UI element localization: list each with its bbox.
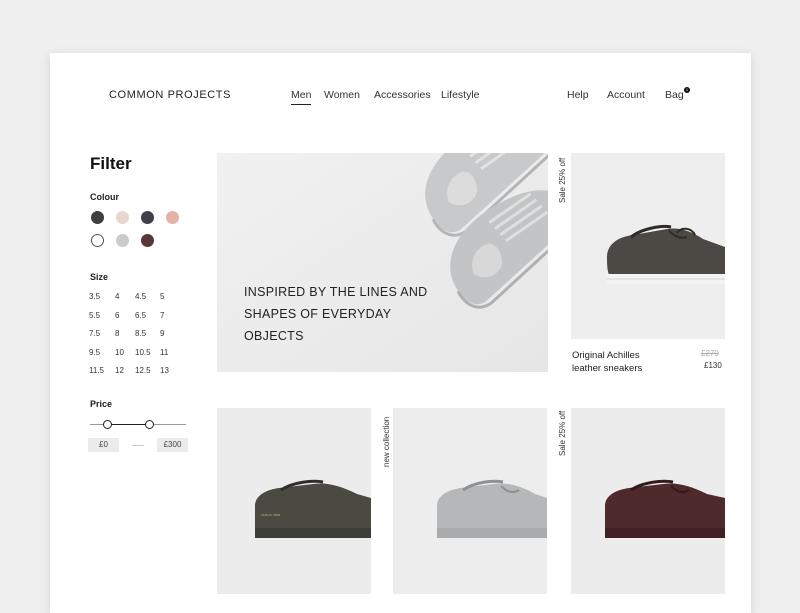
help-link[interactable]: Help [567,89,589,101]
size-option[interactable]: 12 [115,366,124,375]
hero-headline: INSPIRED BY THE LINES AND SHAPES OF EVER… [244,285,428,343]
size-option[interactable]: 12.5 [135,366,151,375]
size-option[interactable]: 8.5 [135,329,146,338]
size-option[interactable]: 8 [115,329,119,338]
sale-badge: Sale 25% off [558,410,567,456]
size-option[interactable]: 7.5 [89,329,100,338]
new-collection-badge: new collection [382,416,391,467]
page-card: COMMON PROJECTS Men Women Accessories Li… [50,53,751,613]
product-image: 1528 AC 3838 [217,408,371,594]
product-image [393,408,547,594]
product-tile-burgundy[interactable] [571,408,725,594]
bag-link[interactable]: Bag [665,89,684,101]
size-option[interactable]: 10.5 [135,348,151,357]
nav-lifestyle[interactable]: Lifestyle [441,89,480,101]
size-option[interactable]: 9 [160,329,164,338]
price-label: Price [90,399,113,409]
nav-accessories[interactable]: Accessories [374,89,431,101]
price-slider-max-handle[interactable] [145,420,154,429]
colour-swatch[interactable] [91,211,104,224]
colour-label: Colour [90,192,119,202]
size-option[interactable]: 6.5 [135,311,146,320]
product-name[interactable]: Original Achilles leather sneakers [572,349,662,375]
price-range-dash [132,445,144,446]
product-image [571,153,725,339]
size-option[interactable]: 11 [160,348,168,357]
product-price: £130 [704,361,722,370]
hero-banner[interactable]: INSPIRED BY THE LINES AND SHAPES OF EVER… [217,153,548,372]
nav-women[interactable]: Women [324,89,360,101]
price-max-field[interactable]: £300 [157,438,188,452]
size-option[interactable]: 5 [160,292,164,301]
bag-count-badge: 1 [684,87,690,93]
product-image [571,408,725,594]
account-link[interactable]: Account [607,89,645,101]
product-old-price: £270 [701,349,719,358]
colour-swatch[interactable] [91,234,104,247]
size-option[interactable]: 4 [115,292,119,301]
price-min-field[interactable]: £0 [88,438,119,452]
product-tile-achilles[interactable] [571,153,725,339]
size-option[interactable]: 10 [115,348,124,357]
size-option[interactable]: 11.5 [89,366,104,375]
size-option[interactable]: 7 [160,311,164,320]
size-option[interactable]: 4.5 [135,292,146,301]
size-option[interactable]: 6 [115,311,119,320]
sale-badge: Sale 25% off [558,157,567,203]
colour-swatch[interactable] [116,234,129,247]
colour-swatch[interactable] [141,211,154,224]
product-tile-olive[interactable]: 1528 AC 3838 [217,408,371,594]
nav-men[interactable]: Men [291,89,312,105]
brand-logo[interactable]: COMMON PROJECTS [109,89,231,101]
price-slider-range [107,424,149,425]
price-slider-min-handle[interactable] [103,420,112,429]
colour-swatch[interactable] [166,211,179,224]
size-option[interactable]: 3.5 [89,292,100,301]
product-tile-grey[interactable] [393,408,547,594]
size-label: Size [90,272,109,282]
colour-swatch[interactable] [116,211,129,224]
filter-title: Filter [90,154,132,173]
size-option[interactable]: 9.5 [89,348,100,357]
colour-swatch[interactable] [141,234,154,247]
size-option[interactable]: 13 [160,366,169,375]
size-option[interactable]: 5.5 [89,311,100,320]
svg-text:1528 AC 3838: 1528 AC 3838 [261,513,280,517]
